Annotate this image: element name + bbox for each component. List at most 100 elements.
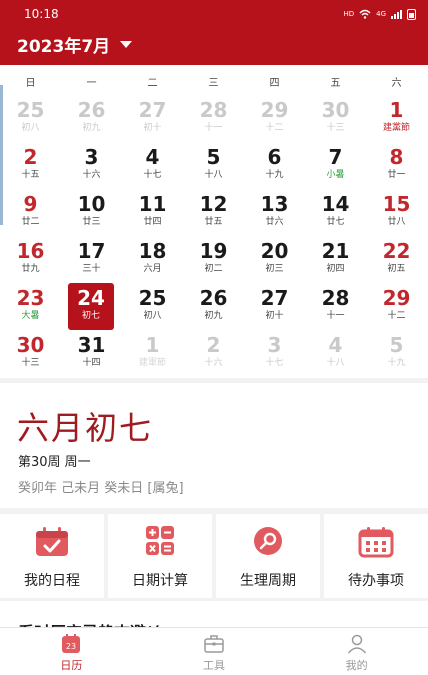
- day-number: 30: [321, 98, 350, 122]
- status-time: 10:18: [24, 7, 59, 21]
- day-number: 9: [23, 192, 38, 216]
- signal-icon: [391, 9, 402, 19]
- tab-label: 我的: [345, 659, 368, 672]
- tab-label: 日历: [60, 659, 83, 672]
- lunar-label: 六月: [143, 264, 162, 274]
- lunar-label: 廿六: [265, 217, 284, 227]
- day-number: 2: [206, 333, 221, 357]
- day-cell[interactable]: 17 三十: [61, 236, 122, 283]
- day-number: 3: [267, 333, 282, 357]
- day-number: 27: [138, 98, 167, 122]
- lunar-label: 十五: [21, 170, 40, 180]
- todo-calendar-icon: [358, 527, 394, 558]
- day-cell[interactable]: 10 廿三: [61, 189, 122, 236]
- day-cell[interactable]: 8 廿一: [366, 142, 427, 189]
- day-number: 30: [16, 333, 45, 357]
- tab-calendar[interactable]: 23 日历: [0, 628, 143, 675]
- day-cell[interactable]: 6 十九: [244, 142, 305, 189]
- day-cell[interactable]: 19 初二: [183, 236, 244, 283]
- day-cell[interactable]: 22 初五: [366, 236, 427, 283]
- lunar-label: 十六: [204, 358, 223, 368]
- day-cell[interactable]: 12 廿五: [183, 189, 244, 236]
- tool-label: 我的日程: [24, 573, 80, 589]
- day-number: 29: [260, 98, 289, 122]
- day-cell[interactable]: 25 初八: [122, 283, 183, 330]
- day-cell[interactable]: 30 十三: [0, 330, 61, 377]
- day-cell[interactable]: 26 初九: [61, 95, 122, 142]
- tab-profile[interactable]: 我的: [285, 628, 428, 675]
- lunar-label: 建黨節: [382, 123, 410, 133]
- day-cell[interactable]: 15 廿八: [366, 189, 427, 236]
- tool-label: 生理周期: [240, 573, 296, 589]
- bottom-tab-bar: 23 日历 工具 我的: [0, 627, 428, 675]
- day-cell[interactable]: 2 十五: [0, 142, 61, 189]
- tool-date-calc[interactable]: 日期计算: [108, 514, 212, 598]
- day-number: 1: [389, 98, 404, 122]
- day-cell[interactable]: 2 十六: [183, 330, 244, 377]
- tool-label: 日期计算: [132, 573, 188, 589]
- day-cell[interactable]: 4 十七: [122, 142, 183, 189]
- day-cell[interactable]: 27 初十: [122, 95, 183, 142]
- lunar-label: 廿一: [387, 170, 406, 180]
- lunar-label: 廿八: [387, 217, 406, 227]
- day-cell[interactable]: 29 十二: [244, 95, 305, 142]
- battery-icon: [407, 8, 416, 20]
- lunar-label: 十九: [387, 358, 406, 368]
- day-cell[interactable]: 9 廿二: [0, 189, 61, 236]
- day-cell[interactable]: 20 初三: [244, 236, 305, 283]
- day-number: 11: [138, 192, 167, 216]
- day-number: 31: [77, 333, 106, 357]
- tool-period-cycle[interactable]: 生理周期: [216, 514, 320, 598]
- day-cell[interactable]: 28 十一: [183, 95, 244, 142]
- day-cell[interactable]: 26 初九: [183, 283, 244, 330]
- day-cell[interactable]: 4 十八: [305, 330, 366, 377]
- day-cell[interactable]: 1 建軍節: [122, 330, 183, 377]
- day-cell[interactable]: 29 十二: [366, 283, 427, 330]
- day-cell[interactable]: 21 初四: [305, 236, 366, 283]
- lunar-label: 初八: [21, 123, 40, 133]
- lunar-label: 十八: [204, 170, 223, 180]
- day-cell[interactable]: 13 廿六: [244, 189, 305, 236]
- day-cell[interactable]: 25 初八: [0, 95, 61, 142]
- lunar-label: 初二: [204, 264, 223, 274]
- day-number: 12: [199, 192, 228, 216]
- day-number: 28: [199, 98, 228, 122]
- day-cell[interactable]: 23 大暑: [0, 283, 61, 330]
- weekday-label: 五: [330, 78, 341, 89]
- lunar-label: 十二: [265, 123, 284, 133]
- day-number: 17: [77, 239, 106, 263]
- lunar-label: 初八: [143, 311, 162, 321]
- lunar-label: 十四: [82, 358, 101, 368]
- day-cell[interactable]: 31 十四: [61, 330, 122, 377]
- day-cell[interactable]: 16 廿九: [0, 236, 61, 283]
- day-number: 20: [260, 239, 289, 263]
- tool-my-schedule[interactable]: 我的日程: [0, 514, 104, 598]
- month-selector[interactable]: 2023年7月: [0, 28, 428, 60]
- day-cell[interactable]: 1 建黨節: [366, 95, 427, 142]
- day-cell-selected[interactable]: 24 初七: [68, 283, 114, 330]
- day-cell[interactable]: 28 十一: [305, 283, 366, 330]
- day-cell[interactable]: 7 小暑: [305, 142, 366, 189]
- lunar-label: 初十: [265, 311, 284, 321]
- day-cell[interactable]: 27 初十: [244, 283, 305, 330]
- lunar-label: 初四: [326, 264, 345, 274]
- day-cell[interactable]: 30 十三: [305, 95, 366, 142]
- lunar-label: 廿七: [326, 217, 345, 227]
- day-cell[interactable]: 5 十九: [366, 330, 427, 377]
- day-cell[interactable]: 5 十八: [183, 142, 244, 189]
- day-number: 5: [206, 145, 221, 169]
- day-cell[interactable]: 3 十六: [61, 142, 122, 189]
- day-number: 25: [138, 286, 167, 310]
- day-cell[interactable]: 11 廿四: [122, 189, 183, 236]
- weekday-label: 日: [25, 78, 36, 89]
- app-header: 10:18 HD 4G 2023年7月: [0, 0, 428, 65]
- day-cell[interactable]: 14 廿七: [305, 189, 366, 236]
- tool-todo[interactable]: 待办事项: [324, 514, 428, 598]
- tab-tools[interactable]: 工具: [143, 628, 286, 675]
- lunar-label: 十六: [82, 170, 101, 180]
- day-cell[interactable]: 3 十七: [244, 330, 305, 377]
- tool-label: 待办事项: [348, 573, 404, 589]
- day-cell[interactable]: 18 六月: [122, 236, 183, 283]
- weekday-label: 一: [86, 78, 97, 89]
- lunar-label: 廿二: [21, 217, 40, 227]
